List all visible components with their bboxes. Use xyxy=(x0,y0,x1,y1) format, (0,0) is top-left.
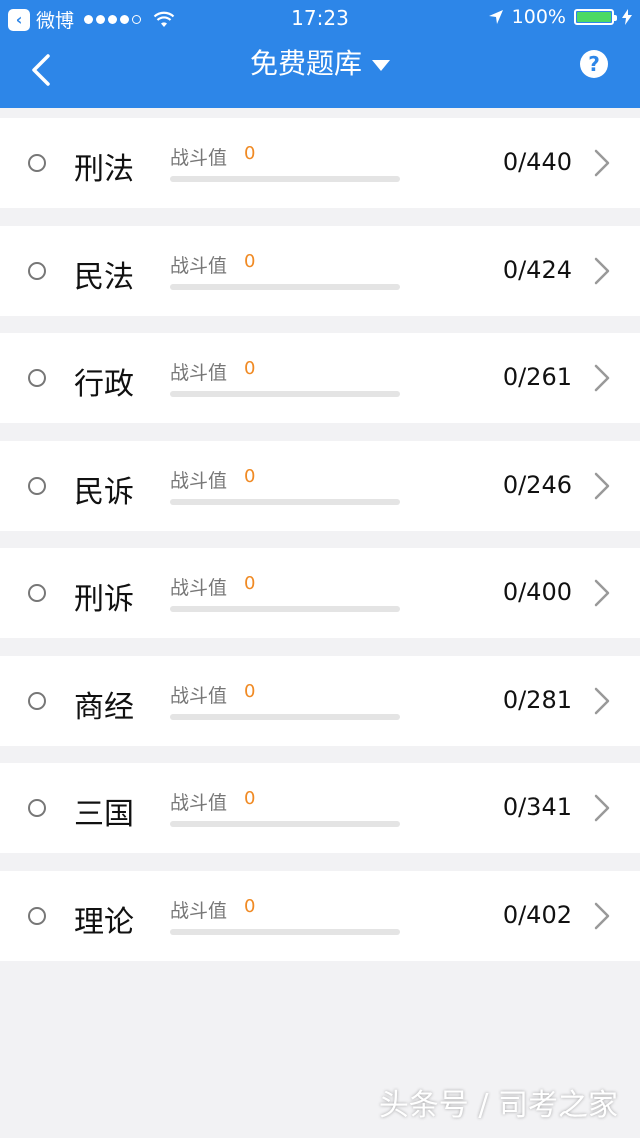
subject-name: 刑法 xyxy=(74,152,134,187)
question-count: 0/424 xyxy=(502,256,572,284)
score-label: 战斗值 xyxy=(170,147,228,169)
chevron-right-icon[interactable] xyxy=(588,469,614,503)
battery-percent: 100% xyxy=(511,6,566,28)
subject-row[interactable]: 商经 战斗值 0 0/281 xyxy=(0,656,640,746)
page-title[interactable]: 免费题库 xyxy=(250,47,362,80)
bank-selector[interactable]: 免费题库 xyxy=(0,42,640,82)
subject-name: 三国 xyxy=(74,797,134,832)
dropdown-caret-icon[interactable] xyxy=(372,59,390,71)
progress-bar xyxy=(170,929,400,935)
chevron-right-icon[interactable] xyxy=(588,361,614,395)
chevron-right-icon[interactable] xyxy=(588,791,614,825)
help-icon[interactable]: ? xyxy=(580,50,608,78)
progress-bar xyxy=(170,821,400,827)
select-radio[interactable] xyxy=(28,262,46,280)
subject-row[interactable]: 刑法 战斗值 0 0/440 xyxy=(0,118,640,208)
select-radio[interactable] xyxy=(28,799,46,817)
select-radio[interactable] xyxy=(28,584,46,602)
question-count: 0/400 xyxy=(502,578,572,606)
score-label: 战斗值 xyxy=(170,792,228,814)
subject-name: 民法 xyxy=(74,260,134,295)
question-count: 0/341 xyxy=(502,793,572,821)
score-value: 0 xyxy=(244,466,256,487)
chevron-right-icon[interactable] xyxy=(588,254,614,288)
question-count: 0/440 xyxy=(502,148,572,176)
chevron-right-icon[interactable] xyxy=(588,146,614,180)
question-count: 0/402 xyxy=(502,901,572,929)
subject-name: 刑诉 xyxy=(74,582,134,617)
score-label: 战斗值 xyxy=(170,900,228,922)
battery-icon xyxy=(574,9,617,25)
select-radio[interactable] xyxy=(28,154,46,172)
subject-row[interactable]: 民诉 战斗值 0 0/246 xyxy=(0,441,640,531)
select-radio[interactable] xyxy=(28,477,46,495)
score-value: 0 xyxy=(244,681,256,702)
progress-bar xyxy=(170,391,400,397)
location-arrow-icon xyxy=(488,10,503,24)
score-label: 战斗值 xyxy=(170,577,228,599)
progress-bar xyxy=(170,284,400,290)
chevron-right-icon[interactable] xyxy=(588,684,614,718)
score-label: 战斗值 xyxy=(170,362,228,384)
score-value: 0 xyxy=(244,896,256,917)
chevron-right-icon[interactable] xyxy=(588,576,614,610)
select-radio[interactable] xyxy=(28,369,46,387)
header: ‹ 微博 17:23 100% 免费题库 ? xyxy=(0,0,640,108)
nav-bar: 免费题库 ? xyxy=(0,36,640,108)
score-value: 0 xyxy=(244,358,256,379)
chevron-right-icon[interactable] xyxy=(588,899,614,933)
watermark: 头条号 / 司考之家 xyxy=(378,1088,618,1123)
score-value: 0 xyxy=(244,573,256,594)
status-bar: ‹ 微博 17:23 100% xyxy=(0,0,640,36)
subject-row[interactable]: 民法 战斗值 0 0/424 xyxy=(0,226,640,316)
progress-bar xyxy=(170,499,400,505)
score-value: 0 xyxy=(244,251,256,272)
subject-name: 理论 xyxy=(74,905,134,940)
score-value: 0 xyxy=(244,788,256,809)
select-radio[interactable] xyxy=(28,692,46,710)
question-count: 0/281 xyxy=(502,686,572,714)
score-label: 战斗值 xyxy=(170,470,228,492)
subject-name: 商经 xyxy=(74,690,134,725)
progress-bar xyxy=(170,606,400,612)
progress-bar xyxy=(170,714,400,720)
select-radio[interactable] xyxy=(28,907,46,925)
subject-row[interactable]: 理论 战斗值 0 0/402 xyxy=(0,871,640,961)
subject-row[interactable]: 三国 战斗值 0 0/341 xyxy=(0,763,640,853)
question-count: 0/246 xyxy=(502,471,572,499)
subject-name: 行政 xyxy=(74,367,134,402)
subject-row[interactable]: 刑诉 战斗值 0 0/400 xyxy=(0,548,640,638)
question-count: 0/261 xyxy=(502,363,572,391)
subject-name: 民诉 xyxy=(74,475,134,510)
score-value: 0 xyxy=(244,143,256,164)
score-label: 战斗值 xyxy=(170,255,228,277)
subject-row[interactable]: 行政 战斗值 0 0/261 xyxy=(0,333,640,423)
score-label: 战斗值 xyxy=(170,685,228,707)
progress-bar xyxy=(170,176,400,182)
charging-bolt-icon xyxy=(622,9,632,25)
